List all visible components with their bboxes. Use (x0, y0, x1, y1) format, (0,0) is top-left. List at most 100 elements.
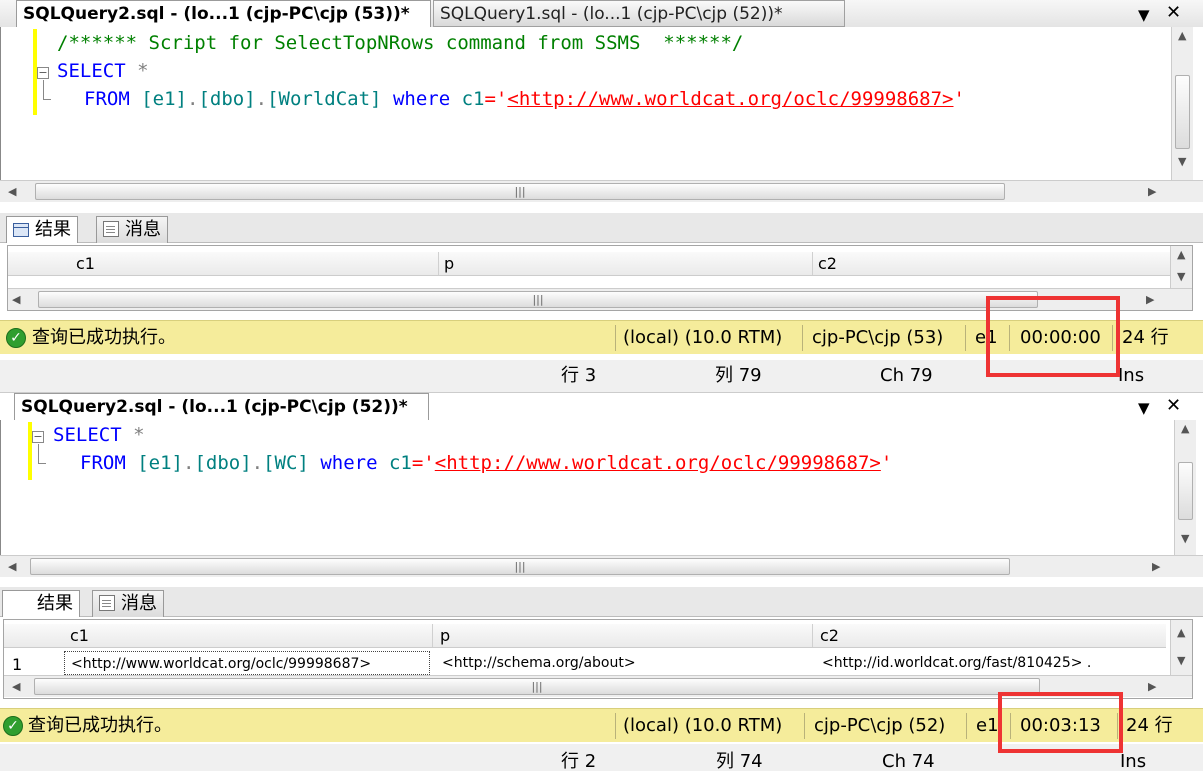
code-line-2: SELECT * (57, 57, 149, 85)
editor-vertical-scrollbar[interactable]: ▲ ▼ (1171, 27, 1193, 182)
sql-dot: . (186, 88, 199, 110)
tab-label: SQLQuery1.sql - (lo...1 (cjp-PC\cjp (52)… (440, 4, 783, 24)
bottom-query-editor[interactable]: − SELECT * FROM [e1].[dbo].[WC] where c1… (0, 420, 1203, 557)
sql-dot: . (255, 88, 268, 110)
bottom-tab-bar: SQLQuery2.sql - (lo...1 (cjp-PC\cjp (52)… (0, 392, 1203, 420)
column-header-p[interactable]: p (440, 252, 454, 276)
scroll-up-icon[interactable]: ▲ (1178, 29, 1186, 42)
divider (804, 713, 805, 739)
tab-messages[interactable]: 消息 (92, 590, 164, 617)
grid-header: c1 p c2 (8, 252, 1170, 276)
scroll-up-icon[interactable]: ▲ (1177, 248, 1185, 261)
tab-messages[interactable]: 消息 (96, 216, 168, 243)
messages-icon (103, 221, 119, 237)
tab-messages-label: 消息 (121, 593, 157, 614)
divider (966, 713, 967, 739)
tab-label: SQLQuery2.sql - (lo...1 (cjp-PC\cjp (52)… (21, 397, 408, 417)
sql-end-quote: ' (953, 88, 965, 110)
sql-database: [e1] (141, 88, 187, 110)
scroll-up-icon[interactable]: ▲ (1181, 422, 1189, 435)
sql-select-keyword: SELECT (53, 424, 122, 446)
editor-horizontal-scrollbar[interactable]: ◀ ||| ▶ (0, 180, 1203, 202)
column-header-c2[interactable]: c2 (814, 252, 837, 276)
cell-c1[interactable]: <http://www.worldcat.org/oclc/99998687> (64, 651, 430, 675)
scroll-right-icon[interactable]: ▶ (1146, 293, 1154, 306)
scroll-left-icon[interactable]: ◀ (8, 560, 16, 573)
scroll-thumb[interactable] (1175, 75, 1190, 149)
column-separator (812, 252, 813, 275)
sql-column: c1 (388, 452, 412, 474)
cursor-line: 行 2 (561, 751, 597, 772)
scroll-right-icon[interactable]: ▶ (1152, 560, 1160, 573)
scroll-left-icon[interactable]: ◀ (12, 293, 20, 306)
cursor-column: 列 74 (716, 751, 763, 772)
code-line-2: FROM [e1].[dbo].[WC] where c1='<http://w… (80, 449, 892, 477)
tab-results[interactable]: 结果 (6, 216, 78, 243)
grid-vertical-scrollbar[interactable]: ▲ ▼ (1170, 246, 1192, 290)
scroll-thumb[interactable]: ||| (34, 678, 1040, 695)
scroll-left-icon[interactable]: ◀ (8, 185, 16, 198)
code-line-1: SELECT * (53, 421, 145, 449)
scroll-down-icon[interactable]: ▼ (1181, 532, 1189, 545)
bottom-results-tab-strip: 结果 消息 (0, 587, 1203, 617)
status-server: (local) (10.0 RTM) (623, 327, 783, 348)
status-message: 查询已成功执行。 (32, 327, 176, 348)
bottom-results-grid[interactable]: c1 p c2 1 <http://www.worldcat.org/oclc/… (3, 619, 1193, 699)
tab-list-dropdown-icon[interactable]: ▼ (1138, 398, 1150, 418)
collapse-icon[interactable]: − (37, 67, 49, 79)
status-database: e1 (976, 715, 999, 736)
scroll-thumb[interactable]: ||| (38, 291, 1038, 308)
scroll-right-icon[interactable]: ▶ (1148, 680, 1156, 693)
fold-line (38, 444, 39, 464)
scroll-thumb[interactable] (1178, 462, 1193, 520)
code-line-1: /****** Script for SelectTopNRows comman… (57, 29, 743, 57)
sql-url-literal[interactable]: <http://www.worldcat.org/oclc/99998687> (507, 88, 953, 110)
sql-star: * (137, 60, 149, 82)
scroll-down-icon[interactable]: ▼ (1177, 654, 1185, 667)
sql-eq-quote: =' (411, 452, 435, 474)
grid-vertical-scrollbar[interactable]: ▲ ▼ (1170, 620, 1192, 676)
status-message: 查询已成功执行。 (28, 715, 172, 736)
sql-database: [e1] (137, 452, 183, 474)
cell-p[interactable]: <http://schema.org/about> (436, 651, 810, 675)
highlight-box-elapsed-time (998, 692, 1123, 753)
tab-results-label: 结果 (37, 593, 73, 614)
column-separator (812, 624, 813, 647)
collapse-icon[interactable]: − (32, 431, 44, 443)
scroll-thumb[interactable]: ||| (30, 558, 1010, 575)
sql-table: [WC] (263, 452, 309, 474)
row-number: 1 (12, 655, 23, 674)
sql-column: c1 (461, 88, 485, 110)
column-header-p[interactable]: p (436, 624, 450, 648)
scroll-right-icon[interactable]: ▶ (1148, 185, 1156, 198)
tab-sqlquery1-52[interactable]: SQLQuery1.sql - (lo...1 (cjp-PC\cjp (52)… (433, 0, 845, 27)
status-user: cjp-PC\cjp (53) (812, 327, 944, 348)
editor-vertical-scrollbar[interactable]: ▲ ▼ (1174, 420, 1196, 557)
top-results-tab-strip: 结果 消息 (0, 213, 1203, 243)
highlight-box-elapsed-time (986, 296, 1120, 377)
sql-end-quote: ' (880, 452, 893, 474)
editor-horizontal-scrollbar[interactable]: ◀ ||| ▶ (0, 555, 1203, 577)
scroll-down-icon[interactable]: ▼ (1178, 155, 1186, 168)
status-user: cjp-PC\cjp (52) (814, 715, 946, 736)
divider (615, 713, 616, 739)
grid-icon (13, 223, 29, 237)
tab-results[interactable]: 结果 (2, 590, 80, 617)
tab-list-dropdown-icon[interactable]: ▼ (1138, 5, 1150, 25)
scroll-up-icon[interactable]: ▲ (1177, 626, 1185, 639)
scroll-left-icon[interactable]: ◀ (12, 680, 20, 693)
column-header-c2[interactable]: c2 (816, 624, 839, 648)
close-tab-icon[interactable]: ✕ (1166, 396, 1181, 416)
column-header-c1[interactable]: c1 (66, 624, 89, 648)
tab-sqlquery2-53[interactable]: SQLQuery2.sql - (lo...1 (cjp-PC\cjp (53)… (16, 0, 431, 27)
scroll-thumb[interactable]: ||| (35, 183, 1005, 200)
cell-c2[interactable]: <http://id.worldcat.org/fast/810425> . (816, 651, 1162, 675)
sql-url-literal[interactable]: <http://www.worldcat.org/oclc/99998687> (435, 452, 881, 474)
top-query-editor[interactable]: − /****** Script for SelectTopNRows comm… (0, 27, 1203, 182)
column-header-c1[interactable]: c1 (72, 252, 95, 276)
divider (615, 325, 616, 351)
close-tab-icon[interactable]: ✕ (1166, 3, 1181, 23)
divider (802, 325, 803, 351)
tab-sqlquery2-52[interactable]: SQLQuery2.sql - (lo...1 (cjp-PC\cjp (52)… (14, 393, 429, 420)
scroll-down-icon[interactable]: ▼ (1177, 270, 1185, 283)
